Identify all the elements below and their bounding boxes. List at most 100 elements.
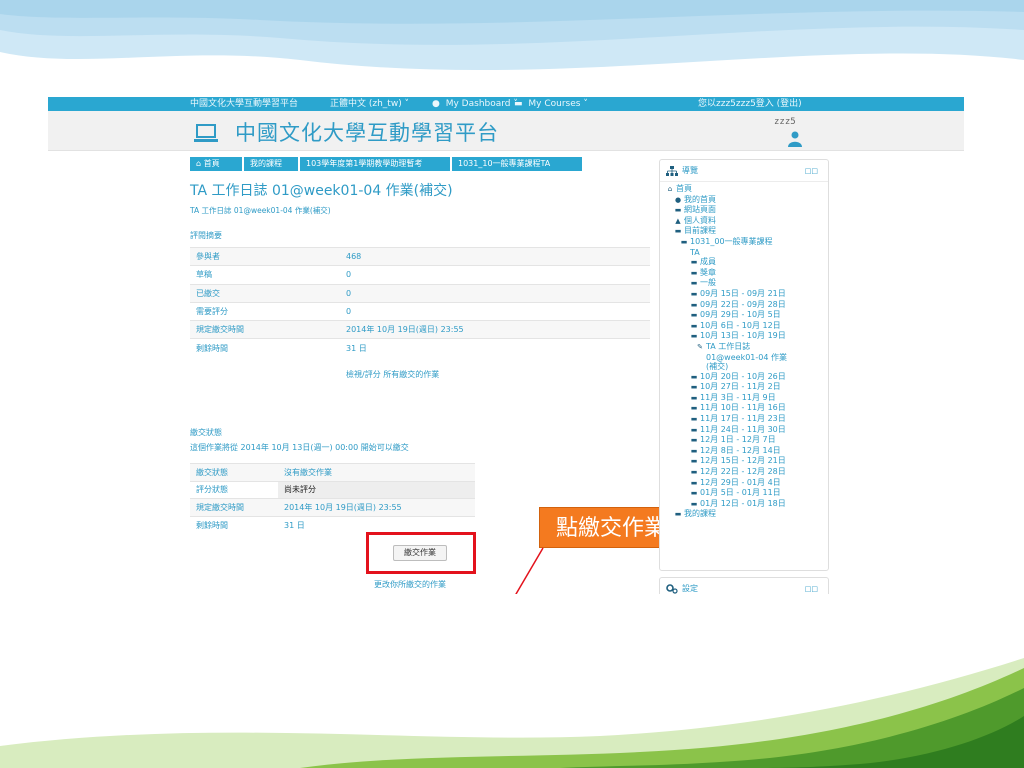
nav-item[interactable]: ▬ 成員 bbox=[660, 257, 828, 268]
nav-item[interactable]: ▬ 01月 12日 - 01月 18日 bbox=[660, 499, 828, 510]
nav-item[interactable]: ▬ 12月 15日 - 12月 21日 bbox=[660, 456, 828, 467]
folder-icon: ▬ bbox=[690, 499, 698, 508]
language-menu[interactable]: 正體中文 (zh_tw) ˅ bbox=[330, 97, 409, 111]
nav-item-label: 11月 24日 - 11月 30日 bbox=[700, 424, 786, 434]
submission-status-table: 繳交狀態 沒有繳交作業 評分狀態 尚未評分 規定繳交時間 2014年 10月 19日(… bbox=[190, 463, 475, 534]
user-avatar-icon[interactable] bbox=[788, 131, 802, 147]
nav-item[interactable]: ▬ 10月 20日 - 10月 26日 bbox=[660, 372, 828, 383]
nav-item[interactable]: ▬ 09月 29日 - 10月 5日 bbox=[660, 310, 828, 321]
nav-item-label: 首頁 bbox=[676, 184, 692, 193]
nav-item[interactable]: ▬ 網站頁面 bbox=[660, 205, 828, 216]
login-status[interactable]: 您以zzz5zzz5登入 (登出) bbox=[698, 97, 802, 111]
top-navbar: 中國文化大學互動學習平台 正體中文 (zh_tw) ˅ ● My Dashboa… bbox=[48, 97, 964, 111]
nav-item-label: 10月 20日 - 10月 26日 bbox=[700, 371, 786, 381]
my-dashboard-menu[interactable]: ● My Dashboard ˅ bbox=[432, 97, 518, 111]
block-controls[interactable]: □□ bbox=[805, 160, 818, 182]
nav-item-label: 我的課程 bbox=[684, 509, 716, 519]
summary-label: 草稿 bbox=[190, 265, 340, 285]
nav-item-label: 01@week01-04 作業 bbox=[706, 352, 787, 362]
nav-item[interactable]: ▬ 09月 15日 - 09月 21日 bbox=[660, 289, 828, 300]
nav-item[interactable]: ⌂ 首頁 bbox=[660, 184, 828, 195]
nav-item[interactable]: ▬ 11月 3日 - 11月 9日 bbox=[660, 393, 828, 404]
nav-item[interactable]: ▬ 12月 22日 - 12月 28日 bbox=[660, 467, 828, 478]
folder-icon: ▬ bbox=[674, 510, 682, 519]
person-icon: ▲ bbox=[675, 216, 681, 225]
table-row: 草稿 0 bbox=[190, 265, 650, 285]
nav-item[interactable]: ▲ 個人資料 bbox=[660, 216, 828, 227]
folder-icon: ▬ bbox=[690, 372, 698, 381]
breadcrumb-my-courses[interactable]: 我的課程 bbox=[244, 157, 298, 171]
folder-icon: ▬ bbox=[690, 489, 698, 498]
nav-item[interactable]: ● 我的首頁 bbox=[660, 195, 828, 206]
summary-value: 0 bbox=[340, 265, 650, 285]
nav-item[interactable]: ▬ 11月 24日 - 11月 30日 bbox=[660, 425, 828, 436]
nav-item[interactable]: ▬ 12月 1日 - 12月 7日 bbox=[660, 435, 828, 446]
nav-item-label: 個人資料 bbox=[684, 215, 716, 225]
nav-item-label: 09月 15日 - 09月 21日 bbox=[700, 288, 786, 298]
nav-item[interactable]: ▬ 一般 bbox=[660, 278, 828, 289]
settings-block-title: 設定 bbox=[682, 584, 698, 593]
breadcrumb-semester[interactable]: 103學年度第1學期教學助理暫考 bbox=[300, 157, 450, 171]
slide-top-decoration bbox=[0, 0, 1024, 71]
table-row: 剩餘時間 31 日 bbox=[190, 515, 475, 534]
block-controls[interactable]: □□ bbox=[805, 578, 818, 594]
nav-item[interactable]: ▬ 10月 6日 - 10月 12日 bbox=[660, 321, 828, 332]
nav-item[interactable]: ▬ 01月 5日 - 01月 11日 bbox=[660, 488, 828, 499]
nav-item[interactable]: ▬ 10月 13日 - 10月 19日 bbox=[660, 331, 828, 342]
nav-item[interactable]: ▬ 10月 27日 - 11月 2日 bbox=[660, 382, 828, 393]
nav-item[interactable]: 01@week01-04 作業 bbox=[660, 353, 828, 363]
my-courses-menu[interactable]: ▬ My Courses ˅ bbox=[514, 97, 588, 111]
home-icon: ⌂ bbox=[196, 159, 202, 168]
nav-item-label: 我的首頁 bbox=[684, 194, 716, 204]
laptop-icon bbox=[194, 124, 218, 142]
slide-bottom-decoration bbox=[0, 658, 1024, 768]
folder-icon: ▬ bbox=[690, 393, 698, 402]
nav-item[interactable]: (補交) bbox=[660, 362, 828, 372]
nav-item-label: 12月 1日 - 12月 7日 bbox=[700, 435, 776, 445]
user-name[interactable]: zzz5 bbox=[774, 117, 796, 127]
nav-item[interactable]: ▬ 目前課程 bbox=[660, 226, 828, 237]
nav-item[interactable]: ▬ 1031_00一般專業課程 bbox=[660, 237, 828, 248]
folder-icon: ▬ bbox=[690, 268, 698, 277]
table-row: 剩餘時間 31 日 bbox=[190, 338, 650, 358]
nav-item[interactable]: ▬ 09月 22日 - 09月 28日 bbox=[660, 300, 828, 311]
summary-label: 規定繳交時間 bbox=[190, 320, 340, 339]
folder-icon: ▬ bbox=[690, 383, 698, 392]
folder-icon: ▬ bbox=[674, 227, 682, 236]
grading-summary-heading: 評閱摘要 bbox=[190, 231, 222, 240]
summary-value: 0 bbox=[340, 283, 650, 303]
breadcrumb-course[interactable]: 1031_10一般專業課程TA bbox=[452, 157, 582, 171]
table-row: 參與者 468 bbox=[190, 246, 650, 266]
view-grade-submissions-link[interactable]: 檢視/評分 所有繳交的作業 bbox=[346, 369, 439, 380]
nav-item-label: 09月 22日 - 09月 28日 bbox=[700, 299, 786, 309]
nav-item[interactable]: ▬ 11月 10日 - 11月 16日 bbox=[660, 403, 828, 414]
nav-item-label: 11月 10日 - 11月 16日 bbox=[700, 403, 786, 413]
nav-item[interactable]: ▬ 11月 17日 - 11月 23日 bbox=[660, 414, 828, 425]
nav-item[interactable]: ▬ 我的課程 bbox=[660, 509, 828, 520]
navbar-site-link[interactable]: 中國文化大學互動學習平台 bbox=[190, 97, 298, 111]
nav-item-label: 成員 bbox=[700, 257, 716, 267]
summary-value: 2014年 10月 19日(週日) 23:55 bbox=[340, 320, 650, 339]
table-row: 繳交狀態 沒有繳交作業 bbox=[190, 463, 475, 481]
nav-item-label: 11月 17日 - 11月 23日 bbox=[700, 414, 786, 424]
table-row: 已繳交 0 bbox=[190, 283, 650, 303]
nav-item-label: TA 工作日誌 bbox=[706, 341, 751, 351]
nav-item-label: TA bbox=[690, 247, 700, 257]
nav-item[interactable]: TA bbox=[660, 248, 828, 258]
nav-item[interactable]: ✎ TA 工作日誌 bbox=[660, 342, 828, 353]
nav-item[interactable]: ▬ 獎章 bbox=[660, 268, 828, 279]
summary-value: 468 bbox=[340, 246, 650, 266]
table-row: 需要評分 0 bbox=[190, 301, 650, 321]
nav-item[interactable]: ▬ 12月 8日 - 12月 14日 bbox=[660, 446, 828, 457]
site-title[interactable]: 中國文化大學互動學習平台 bbox=[235, 117, 499, 147]
breadcrumb-home[interactable]: ⌂ 首頁 bbox=[190, 157, 242, 171]
folder-icon: ▬ bbox=[690, 468, 698, 477]
edit-submission-link[interactable]: 更改你所繳交的作業 bbox=[374, 579, 446, 590]
folder-icon: ▬ bbox=[674, 206, 682, 215]
assignment-title: TA 工作日誌 01@week01-04 作業(補交) bbox=[190, 183, 453, 199]
folder-icon: ▬ bbox=[690, 311, 698, 320]
status-label: 評分狀態 bbox=[190, 480, 278, 499]
nav-item[interactable]: ▬ 12月 29日 - 01月 4日 bbox=[660, 478, 828, 489]
assignment-description-link[interactable]: TA 工作日誌 01@week01-04 作業(補交) bbox=[190, 205, 331, 216]
summary-label: 需要評分 bbox=[190, 301, 340, 321]
